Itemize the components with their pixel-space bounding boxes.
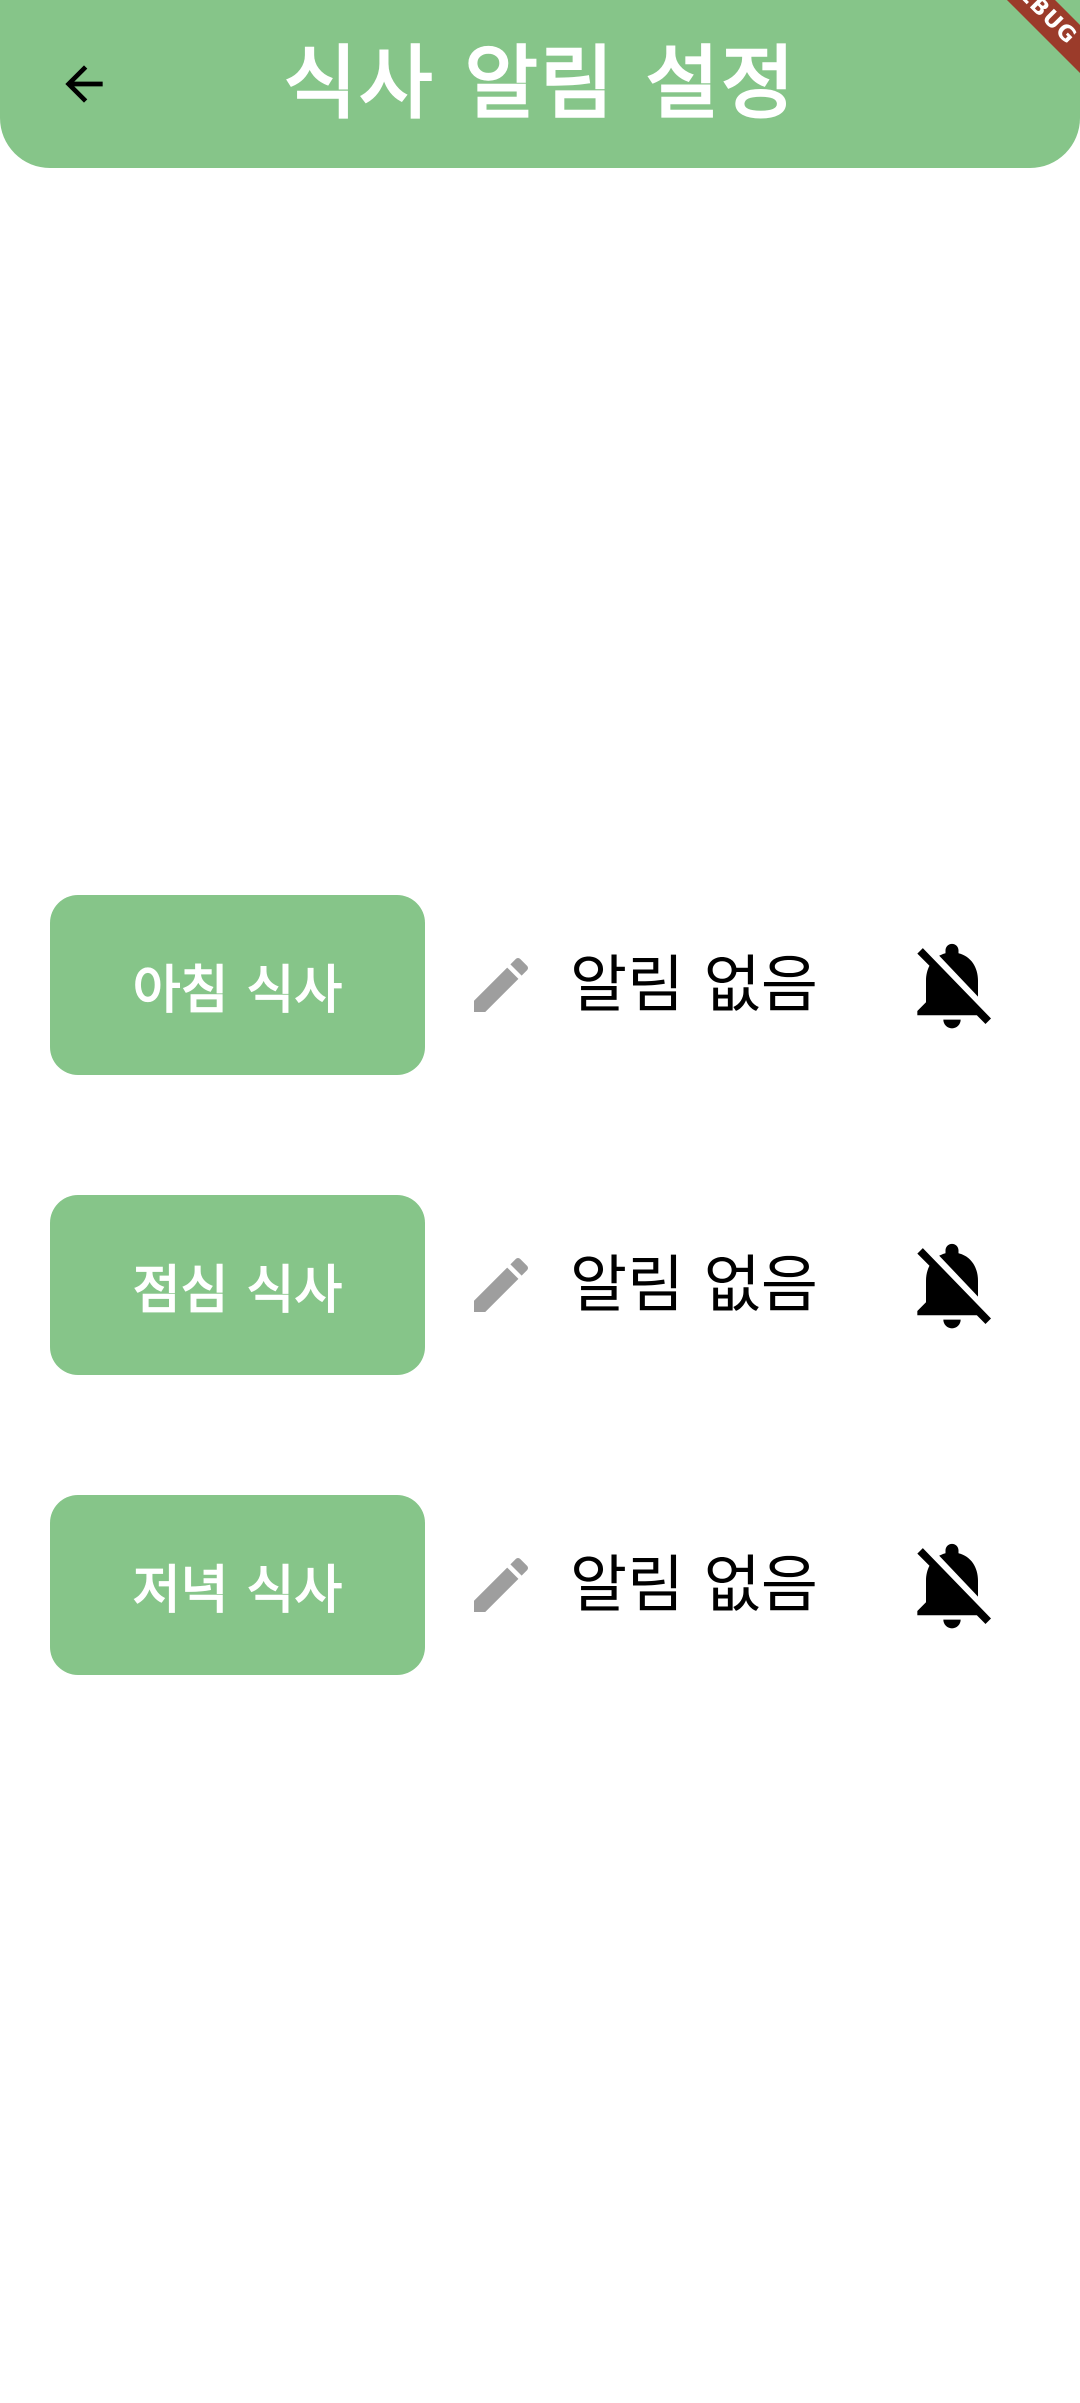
meal-alarm-settings-screen: 식사 알림 설정 DEBUG 아침 식사 알림 없음 점심 식사 알림 없음 저…	[0, 0, 1080, 2403]
pencil-icon[interactable]	[465, 949, 537, 1021]
notifications-off-icon[interactable]	[900, 1233, 1004, 1337]
breakfast-button[interactable]: 아침 식사	[50, 895, 425, 1075]
alarm-status-text: 알림 없음	[570, 948, 818, 1021]
arrow-back-icon	[65, 65, 103, 103]
page-title: 식사 알림 설정	[283, 37, 797, 130]
pencil-icon[interactable]	[465, 1549, 537, 1621]
debug-banner: DEBUG	[957, 0, 1080, 92]
notifications-off-icon[interactable]	[900, 1533, 1004, 1637]
app-bar: 식사 알림 설정 DEBUG	[0, 0, 1080, 168]
meal-row-dinner: 저녁 식사 알림 없음	[50, 1495, 1050, 1675]
alarm-status-text: 알림 없음	[570, 1248, 818, 1321]
lunch-button[interactable]: 점심 식사	[50, 1195, 425, 1375]
back-button[interactable]	[44, 44, 124, 124]
notifications-off-icon[interactable]	[900, 933, 1004, 1037]
meal-row-breakfast: 아침 식사 알림 없음	[50, 895, 1050, 1075]
meal-row-lunch: 점심 식사 알림 없음	[50, 1195, 1050, 1375]
pencil-icon[interactable]	[465, 1249, 537, 1321]
alarm-status-text: 알림 없음	[570, 1548, 818, 1621]
dinner-button[interactable]: 저녁 식사	[50, 1495, 425, 1675]
